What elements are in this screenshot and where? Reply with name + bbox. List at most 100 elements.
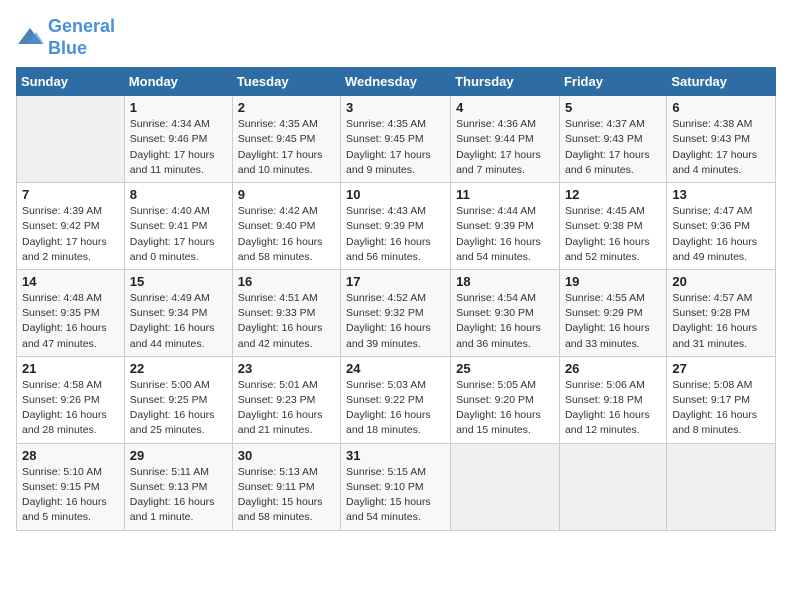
week-row-2: 14 Sunrise: 4:48 AMSunset: 9:35 PMDayligh… — [17, 269, 776, 356]
day-info: Sunrise: 4:52 AMSunset: 9:32 PMDaylight:… — [346, 291, 445, 352]
day-cell: 22Sunrise: 5:00 AMSunset: 9:25 PMDayligh… — [124, 356, 232, 443]
day-number: 7 — [22, 187, 119, 202]
day-info: Sunrise: 4:38 AMSunset: 9:43 PMDaylight:… — [672, 117, 770, 178]
day-number: 6 — [672, 100, 770, 115]
day-info: Sunrise: 4:39 AMSunset: 9:42 PMDaylight:… — [22, 204, 119, 265]
day-info: Sunrise: 4:57 AMSunset: 9:28 PMDaylight:… — [672, 291, 770, 352]
day-info: Sunrise: 5:03 AMSunset: 9:22 PMDaylight:… — [346, 378, 445, 439]
day-info: Sunrise: 4:54 AMSunset: 9:30 PMDaylight:… — [456, 291, 554, 352]
day-info: Sunrise: 4:36 AMSunset: 9:44 PMDaylight:… — [456, 117, 554, 178]
week-row-4: 28 Sunrise: 5:10 AMSunset: 9:15 PMDayligh… — [17, 443, 776, 530]
day-number: 10 — [346, 187, 445, 202]
day-cell: 7 Sunrise: 4:39 AMSunset: 9:42 PMDaylight… — [17, 183, 125, 270]
weekday-saturday: Saturday — [667, 68, 776, 96]
day-number: 27 — [672, 361, 770, 376]
day-cell: 19 Sunrise: 4:55 AMSunset: 9:29 PMDayligh… — [559, 269, 666, 356]
day-cell: 24 Sunrise: 5:03 AMSunset: 9:22 PMDayligh… — [341, 356, 451, 443]
weekday-tuesday: Tuesday — [232, 68, 340, 96]
calendar-table: SundayMondayTuesdayWednesdayThursdayFrid… — [16, 67, 776, 530]
day-number: 23 — [238, 361, 335, 376]
day-cell: 6 Sunrise: 4:38 AMSunset: 9:43 PMDaylight… — [667, 96, 776, 183]
day-cell: 27Sunrise: 5:08 AMSunset: 9:17 PMDayligh… — [667, 356, 776, 443]
week-row-3: 21 Sunrise: 4:58 AMSunset: 9:26 PMDayligh… — [17, 356, 776, 443]
weekday-wednesday: Wednesday — [341, 68, 451, 96]
day-info: Sunrise: 4:35 AMSunset: 9:45 PMDaylight:… — [238, 117, 335, 178]
day-cell: 21 Sunrise: 4:58 AMSunset: 9:26 PMDayligh… — [17, 356, 125, 443]
day-number: 3 — [346, 100, 445, 115]
day-number: 2 — [238, 100, 335, 115]
day-number: 9 — [238, 187, 335, 202]
week-row-0: 1Sunrise: 4:34 AMSunset: 9:46 PMDaylight… — [17, 96, 776, 183]
day-info: Sunrise: 4:58 AMSunset: 9:26 PMDaylight:… — [22, 378, 119, 439]
day-info: Sunrise: 5:01 AMSunset: 9:23 PMDaylight:… — [238, 378, 335, 439]
day-number: 24 — [346, 361, 445, 376]
day-number: 15 — [130, 274, 227, 289]
day-info: Sunrise: 4:43 AMSunset: 9:39 PMDaylight:… — [346, 204, 445, 265]
day-number: 25 — [456, 361, 554, 376]
weekday-friday: Friday — [559, 68, 666, 96]
logo-icon — [16, 24, 44, 52]
day-number: 12 — [565, 187, 661, 202]
calendar-body: 1Sunrise: 4:34 AMSunset: 9:46 PMDaylight… — [17, 96, 776, 530]
day-info: Sunrise: 4:55 AMSunset: 9:29 PMDaylight:… — [565, 291, 661, 352]
day-info: Sunrise: 4:49 AMSunset: 9:34 PMDaylight:… — [130, 291, 227, 352]
day-number: 19 — [565, 274, 661, 289]
day-cell: 23 Sunrise: 5:01 AMSunset: 9:23 PMDayligh… — [232, 356, 340, 443]
day-info: Sunrise: 4:48 AMSunset: 9:35 PMDaylight:… — [22, 291, 119, 352]
day-number: 26 — [565, 361, 661, 376]
day-number: 14 — [22, 274, 119, 289]
day-cell — [667, 443, 776, 530]
day-cell: 10 Sunrise: 4:43 AMSunset: 9:39 PMDayligh… — [341, 183, 451, 270]
day-cell: 16Sunrise: 4:51 AMSunset: 9:33 PMDayligh… — [232, 269, 340, 356]
day-cell: 26Sunrise: 5:06 AMSunset: 9:18 PMDayligh… — [559, 356, 666, 443]
logo-text: General Blue — [48, 16, 115, 59]
day-cell: 2 Sunrise: 4:35 AMSunset: 9:45 PMDaylight… — [232, 96, 340, 183]
weekday-thursday: Thursday — [451, 68, 560, 96]
day-cell: 1Sunrise: 4:34 AMSunset: 9:46 PMDaylight… — [124, 96, 232, 183]
weekday-sunday: Sunday — [17, 68, 125, 96]
week-row-1: 7 Sunrise: 4:39 AMSunset: 9:42 PMDaylight… — [17, 183, 776, 270]
weekday-monday: Monday — [124, 68, 232, 96]
day-info: Sunrise: 5:15 AMSunset: 9:10 PMDaylight:… — [346, 465, 445, 526]
day-info: Sunrise: 5:11 AMSunset: 9:13 PMDaylight:… — [130, 465, 227, 526]
day-number: 17 — [346, 274, 445, 289]
day-cell: 31Sunrise: 5:15 AMSunset: 9:10 PMDayligh… — [341, 443, 451, 530]
day-info: Sunrise: 4:45 AMSunset: 9:38 PMDaylight:… — [565, 204, 661, 265]
day-cell: 15 Sunrise: 4:49 AMSunset: 9:34 PMDayligh… — [124, 269, 232, 356]
day-cell: 20 Sunrise: 4:57 AMSunset: 9:28 PMDayligh… — [667, 269, 776, 356]
day-cell: 29 Sunrise: 5:11 AMSunset: 9:13 PMDayligh… — [124, 443, 232, 530]
day-cell: 11 Sunrise: 4:44 AMSunset: 9:39 PMDayligh… — [451, 183, 560, 270]
day-info: Sunrise: 4:42 AMSunset: 9:40 PMDaylight:… — [238, 204, 335, 265]
day-info: Sunrise: 4:40 AMSunset: 9:41 PMDaylight:… — [130, 204, 227, 265]
day-cell: 17 Sunrise: 4:52 AMSunset: 9:32 PMDayligh… — [341, 269, 451, 356]
day-number: 21 — [22, 361, 119, 376]
page-header: General Blue — [16, 16, 776, 59]
day-number: 28 — [22, 448, 119, 463]
day-cell: 8Sunrise: 4:40 AMSunset: 9:41 PMDaylight… — [124, 183, 232, 270]
day-number: 13 — [672, 187, 770, 202]
day-number: 18 — [456, 274, 554, 289]
day-info: Sunrise: 4:47 AMSunset: 9:36 PMDaylight:… — [672, 204, 770, 265]
day-info: Sunrise: 5:13 AMSunset: 9:11 PMDaylight:… — [238, 465, 335, 526]
day-cell: 28 Sunrise: 5:10 AMSunset: 9:15 PMDayligh… — [17, 443, 125, 530]
day-cell: 12 Sunrise: 4:45 AMSunset: 9:38 PMDayligh… — [559, 183, 666, 270]
day-cell: 5Sunrise: 4:37 AMSunset: 9:43 PMDaylight… — [559, 96, 666, 183]
day-number: 29 — [130, 448, 227, 463]
day-info: Sunrise: 4:51 AMSunset: 9:33 PMDaylight:… — [238, 291, 335, 352]
day-cell: 30Sunrise: 5:13 AMSunset: 9:11 PMDayligh… — [232, 443, 340, 530]
day-number: 4 — [456, 100, 554, 115]
day-cell: 25 Sunrise: 5:05 AMSunset: 9:20 PMDayligh… — [451, 356, 560, 443]
day-cell: 3 Sunrise: 4:35 AMSunset: 9:45 PMDaylight… — [341, 96, 451, 183]
day-info: Sunrise: 4:44 AMSunset: 9:39 PMDaylight:… — [456, 204, 554, 265]
day-number: 11 — [456, 187, 554, 202]
day-number: 1 — [130, 100, 227, 115]
day-number: 20 — [672, 274, 770, 289]
day-cell — [451, 443, 560, 530]
day-info: Sunrise: 4:35 AMSunset: 9:45 PMDaylight:… — [346, 117, 445, 178]
logo: General Blue — [16, 16, 115, 59]
day-number: 5 — [565, 100, 661, 115]
day-info: Sunrise: 5:00 AMSunset: 9:25 PMDaylight:… — [130, 378, 227, 439]
day-info: Sunrise: 5:10 AMSunset: 9:15 PMDaylight:… — [22, 465, 119, 526]
day-cell: 9 Sunrise: 4:42 AMSunset: 9:40 PMDaylight… — [232, 183, 340, 270]
day-info: Sunrise: 5:05 AMSunset: 9:20 PMDaylight:… — [456, 378, 554, 439]
